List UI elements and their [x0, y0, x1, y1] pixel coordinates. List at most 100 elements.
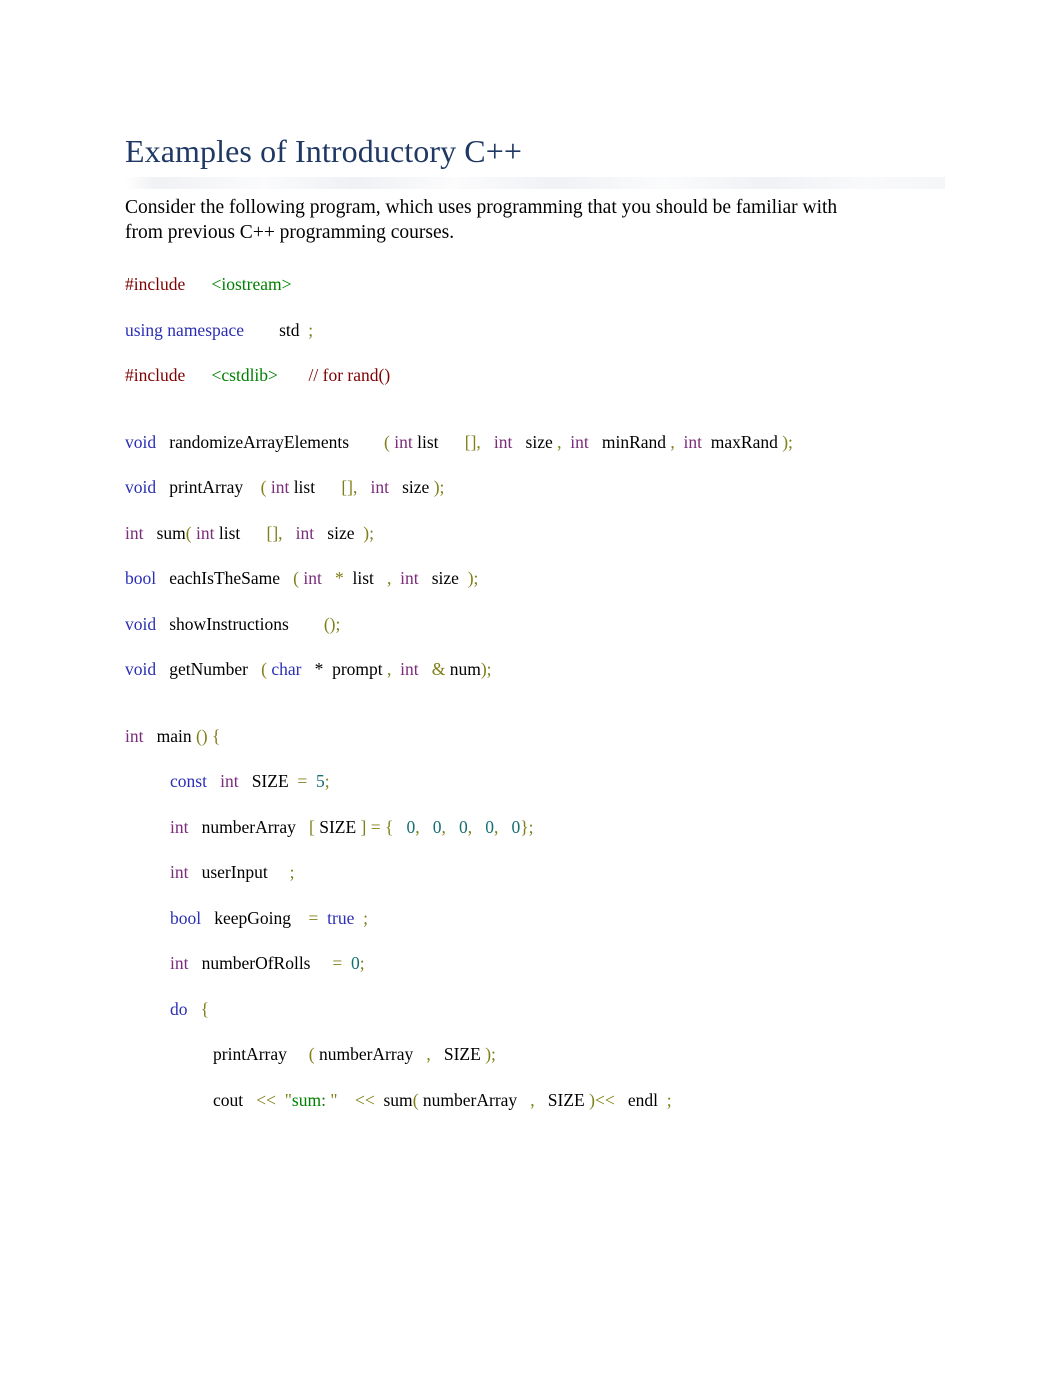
code-token: list	[218, 522, 241, 543]
code-token: 0	[511, 816, 521, 837]
code-token: int	[125, 725, 144, 746]
code-token: list	[417, 431, 439, 452]
code-token: );	[782, 431, 793, 452]
code-token: using namespace	[125, 319, 245, 340]
code-line-main-signature: int main () {	[125, 725, 947, 749]
code-token: ;	[289, 862, 295, 883]
code-token: ;	[363, 907, 369, 928]
code-token: maxRand	[710, 431, 778, 452]
code-token: ()	[195, 725, 208, 746]
code-token: 0	[432, 816, 442, 837]
code-token: );	[433, 477, 445, 498]
code-token: eachIsTheSame	[169, 568, 281, 589]
code-token: prompt	[332, 659, 383, 680]
code-token: 0	[485, 816, 495, 837]
code-token: int	[683, 431, 703, 452]
code-token: int	[570, 431, 589, 452]
code-token: <<	[594, 1089, 615, 1110]
code-line-numberOfRolls-decl: int numberOfRolls = 0;	[125, 953, 947, 976]
code-token: SIZE	[547, 1089, 585, 1110]
code-line-decl-eachIsTheSame: bool eachIsTheSame ( int * list , int si…	[125, 568, 947, 591]
code-line-keepGoing-decl: bool keepGoing = true ;	[125, 907, 947, 931]
code-token: [],	[341, 477, 358, 498]
code-token: void	[125, 613, 157, 634]
code-token: main	[156, 725, 192, 746]
code-token: int	[125, 522, 144, 543]
code-token: size	[402, 477, 430, 498]
code-token: int	[295, 522, 315, 543]
code-token: 5	[316, 771, 325, 792]
code-token: *	[334, 568, 344, 589]
code-line-decl-showInstructions: void showInstructions ();	[125, 613, 947, 637]
code-line-decl-sum: int sum( int list [], int size );	[125, 522, 947, 546]
code-token: =	[308, 907, 319, 928]
code-token: SIZE	[251, 771, 289, 792]
code-token: &	[431, 659, 446, 680]
code-token: sum:	[291, 1089, 331, 1110]
code-token: const	[170, 771, 207, 792]
code-token: {	[212, 725, 221, 746]
code-token: int	[220, 771, 239, 792]
code-token: <<	[355, 1089, 375, 1110]
code-token: void	[125, 477, 157, 498]
code-token: printArray	[213, 1044, 287, 1065]
code-line-decl-getNumber: void getNumber ( char * prompt , int & n…	[125, 659, 947, 682]
code-token: ;	[324, 771, 330, 792]
code-token: std	[279, 319, 300, 340]
code-token: int	[303, 568, 322, 589]
code-token: do	[170, 998, 188, 1019]
code-token: minRand	[601, 431, 667, 452]
code-token: =	[297, 771, 308, 792]
code-token: ;	[666, 1089, 672, 1110]
code-token: int	[170, 862, 189, 883]
code-token: 0	[406, 816, 416, 837]
code-line-include-iostream: #include <iostream>	[125, 274, 947, 297]
title-underline-artifact	[125, 177, 945, 189]
code-line-include-cstdlib: #include <cstdlib> // for rand()	[125, 365, 947, 388]
code-token: <iostream>	[211, 274, 292, 295]
code-token: sum	[383, 1089, 413, 1110]
code-line-decl-randomizeArrayElements: void randomizeArrayElements ( int list […	[125, 431, 947, 455]
code-line-cout-sum: cout << "sum: " << sum( numberArray , SI…	[125, 1089, 947, 1113]
code-token: 0	[459, 816, 468, 837]
code-token: numberOfRolls	[201, 953, 311, 974]
code-line-numberArray-decl: int numberArray [ SIZE ] = { 0, 0, 0, 0,…	[125, 816, 947, 840]
code-token: size	[525, 431, 553, 452]
code-token: SIZE	[443, 1044, 481, 1065]
code-token: [],	[464, 431, 481, 452]
code-token: bool	[125, 568, 157, 589]
code-token: void	[125, 659, 157, 680]
code-line-const-size: const int SIZE = 5;	[125, 771, 947, 794]
